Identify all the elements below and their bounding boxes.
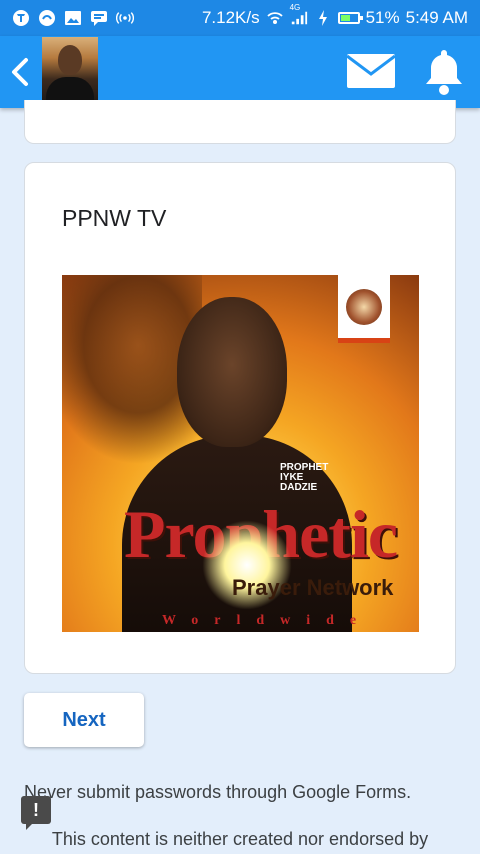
status-bar: 7.12K/s 4G 51% 5:49 AM — [0, 0, 480, 36]
poster-figure-head — [177, 297, 287, 447]
poster-subtitle: Prayer Network — [232, 575, 394, 600]
network-type: 4G — [289, 3, 301, 12]
clock: 5:49 AM — [405, 8, 468, 27]
report-feedback-button[interactable]: ! — [21, 796, 51, 830]
disclaimer-text: This content is neither created nor endo… — [51, 829, 429, 849]
mail-icon — [346, 54, 396, 88]
bell-icon — [426, 50, 462, 95]
system-status: 7.12K/s 4G 51% 5:49 AM — [201, 3, 468, 28]
poster-prophet-label: PROPHET IYKE DADZIE — [280, 462, 329, 493]
mail-button[interactable] — [346, 50, 396, 92]
network-speed: 7.12K/s — [201, 8, 260, 27]
app-bar — [0, 36, 480, 108]
previous-section-card — [24, 100, 456, 144]
wifi-icon — [266, 9, 284, 27]
notifications-button[interactable] — [424, 46, 464, 96]
battery-fill — [340, 15, 350, 21]
shield-icon — [12, 9, 30, 27]
avatar[interactable] — [42, 37, 98, 107]
signal-icon: 4G — [290, 3, 308, 27]
charging-icon — [314, 9, 332, 27]
exclamation-icon: ! — [33, 799, 39, 820]
password-warning: Never submit passwords through Google Fo… — [24, 782, 412, 802]
poster-logo — [338, 275, 390, 343]
app-notification-icon — [38, 9, 56, 27]
back-button[interactable] — [0, 36, 40, 108]
next-button[interactable]: Next — [24, 693, 144, 747]
section-card: PPNW TV PROPHET IYKE DADZIE Prophetic Pr… — [24, 162, 456, 674]
hotspot-icon — [116, 9, 134, 27]
section-image: PROPHET IYKE DADZIE Prophetic Prayer Net… — [62, 275, 419, 632]
poster-logo-seal — [346, 289, 382, 325]
section-title: PPNW TV — [62, 205, 167, 231]
notification-icons — [12, 9, 134, 27]
back-icon — [12, 58, 28, 86]
poster-tagline: Worldwide — [162, 613, 373, 628]
image-icon — [64, 9, 82, 27]
battery-icon — [337, 12, 363, 24]
battery-percent: 51% — [365, 8, 400, 27]
avatar-head — [58, 45, 82, 75]
message-icon — [90, 9, 108, 27]
